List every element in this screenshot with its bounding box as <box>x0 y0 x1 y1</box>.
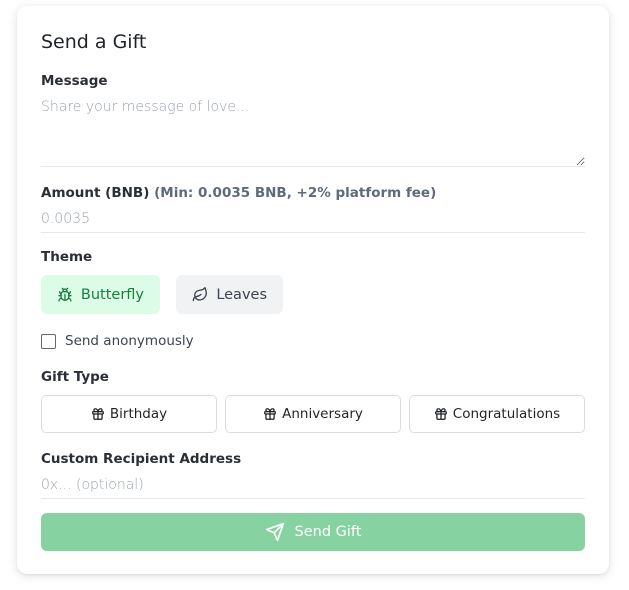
message-textarea[interactable] <box>41 95 585 167</box>
recipient-address-input[interactable] <box>41 471 585 499</box>
send-gift-card: Send a Gift Message Amount (BNB) (Min: 0… <box>17 6 609 574</box>
theme-butterfly-button[interactable]: Butterfly <box>41 275 160 314</box>
page-title: Send a Gift <box>41 31 147 53</box>
anonymous-checkbox[interactable] <box>41 333 56 349</box>
theme-butterfly-label: Butterfly <box>80 286 144 303</box>
gift-type-birthday-button[interactable]: Birthday <box>41 395 217 433</box>
gift-icon <box>264 408 276 420</box>
anonymous-row[interactable]: Send anonymously <box>41 333 194 349</box>
leaf-icon <box>192 287 207 302</box>
theme-leaves-label: Leaves <box>216 286 267 303</box>
send-gift-button[interactable]: Send Gift <box>41 513 585 551</box>
gift-type-birthday-label: Birthday <box>109 406 168 422</box>
amount-label-text: Amount (BNB) <box>41 185 150 201</box>
amount-label: Amount (BNB) (Min: 0.0035 BNB, +2% platf… <box>41 185 436 201</box>
gift-icon <box>91 408 104 420</box>
gift-type-anniversary-button[interactable]: Anniversary <box>225 395 401 433</box>
bug-icon <box>58 287 72 302</box>
theme-leaves-button[interactable]: Leaves <box>176 275 283 314</box>
gift-type-label: Gift Type <box>41 369 109 385</box>
gift-type-congratulations-label: Congratulations <box>452 406 561 422</box>
gift-type-congratulations-button[interactable]: Congratulations <box>409 395 585 433</box>
gift-type-anniversary-label: Anniversary <box>282 406 363 422</box>
send-icon <box>265 522 284 542</box>
anonymous-label: Send anonymously <box>65 333 194 349</box>
amount-hint: (Min: 0.0035 BNB, +2% platform fee) <box>154 185 437 201</box>
send-gift-label: Send Gift <box>294 524 362 540</box>
recipient-label: Custom Recipient Address <box>41 451 242 467</box>
theme-label: Theme <box>41 249 93 265</box>
amount-input[interactable] <box>41 205 585 233</box>
message-label: Message <box>41 73 108 89</box>
gift-icon <box>434 408 447 420</box>
